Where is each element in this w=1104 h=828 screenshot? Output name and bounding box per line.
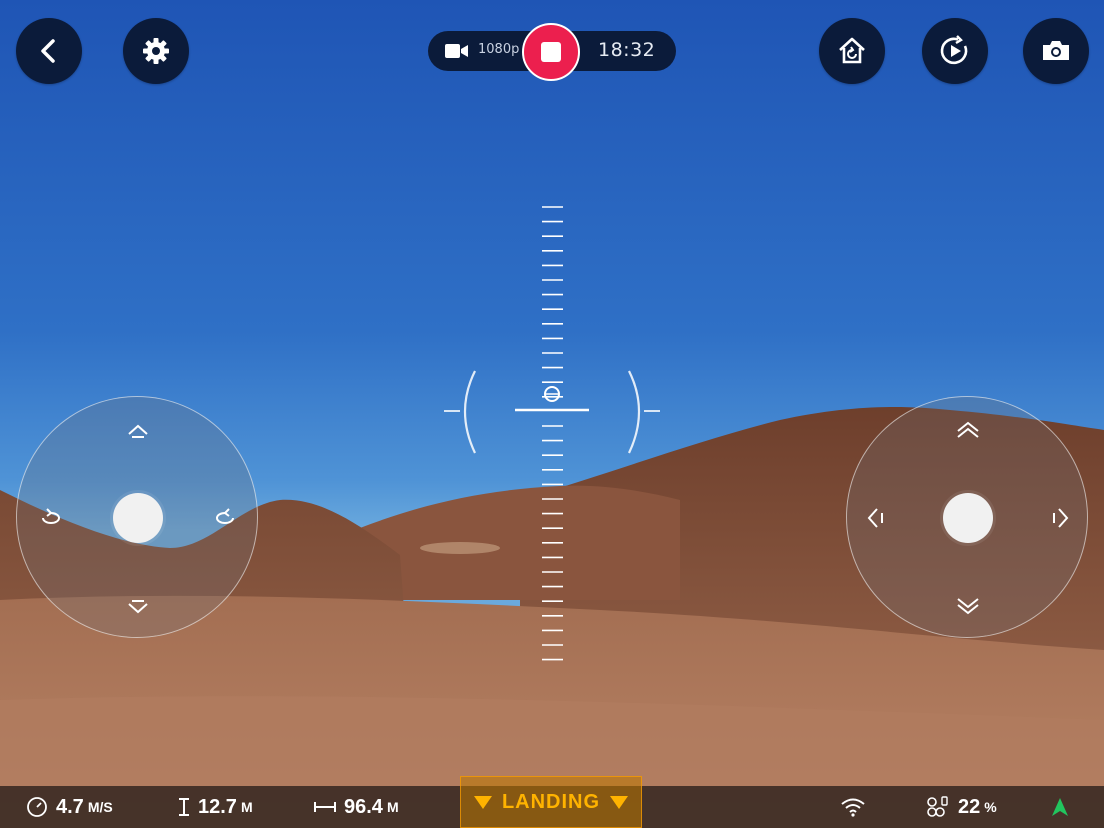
gps-arrow-icon <box>1052 798 1068 816</box>
settings-button[interactable] <box>123 18 189 84</box>
rotate-right-icon <box>211 504 239 532</box>
play-button[interactable] <box>922 18 988 84</box>
left-bracket <box>463 370 476 454</box>
drone-battery-readout: 22 % <box>926 786 997 828</box>
backward-icon <box>954 591 982 619</box>
altitude-icon <box>179 798 189 816</box>
wifi-icon <box>841 798 865 817</box>
altitude-unit: M <box>240 799 253 815</box>
strafe-left-icon <box>863 504 891 532</box>
wifi-status[interactable] <box>840 786 874 828</box>
recording-time: 18:32 <box>598 39 656 61</box>
speedometer-icon <box>27 797 47 817</box>
battery-value: 22 <box>958 795 981 818</box>
throttle-down-icon <box>124 593 152 621</box>
left-joystick[interactable] <box>16 396 258 638</box>
left-joystick-knob[interactable] <box>113 493 163 543</box>
back-button[interactable] <box>16 18 82 84</box>
return-home-button[interactable] <box>819 18 885 84</box>
camera-icon <box>1043 41 1069 60</box>
down-triangle-icon <box>610 795 629 809</box>
home-return-icon <box>839 37 865 64</box>
speed-unit: M/S <box>87 799 113 815</box>
chevron-left-icon <box>41 39 55 63</box>
gps-status[interactable] <box>1050 786 1078 828</box>
record-stop-button[interactable] <box>522 23 580 81</box>
altitude-value: 12.7 <box>198 795 237 818</box>
altitude-ladder <box>542 206 563 661</box>
distance-unit: M <box>386 799 399 815</box>
video-resolution: 1080p <box>478 42 520 57</box>
rotate-left-icon <box>37 504 65 532</box>
right-joystick-knob[interactable] <box>943 493 993 543</box>
play-circle-icon <box>940 35 968 65</box>
photo-button[interactable] <box>1023 18 1089 84</box>
strafe-right-icon <box>1045 504 1073 532</box>
distance-value: 96.4 <box>344 795 383 818</box>
distance-icon <box>314 802 336 812</box>
landing-status-badge[interactable]: LANDING <box>460 776 642 828</box>
landing-label: LANDING <box>501 790 601 813</box>
battery-unit: % <box>984 799 997 815</box>
throttle-up-icon <box>124 417 152 445</box>
gear-icon <box>143 38 169 64</box>
right-joystick[interactable] <box>846 396 1088 638</box>
drone-battery-icon <box>927 796 948 817</box>
stop-square-icon <box>541 42 561 62</box>
down-triangle-icon <box>473 795 492 809</box>
altitude-readout: 12.7 M <box>178 786 253 828</box>
video-camera-icon <box>445 44 468 58</box>
speed-value: 4.7 <box>56 795 84 818</box>
speed-readout: 4.7 M/S <box>26 786 113 828</box>
forward-icon <box>954 417 982 445</box>
distance-readout: 96.4 M <box>314 786 399 828</box>
right-bracket <box>628 370 641 454</box>
